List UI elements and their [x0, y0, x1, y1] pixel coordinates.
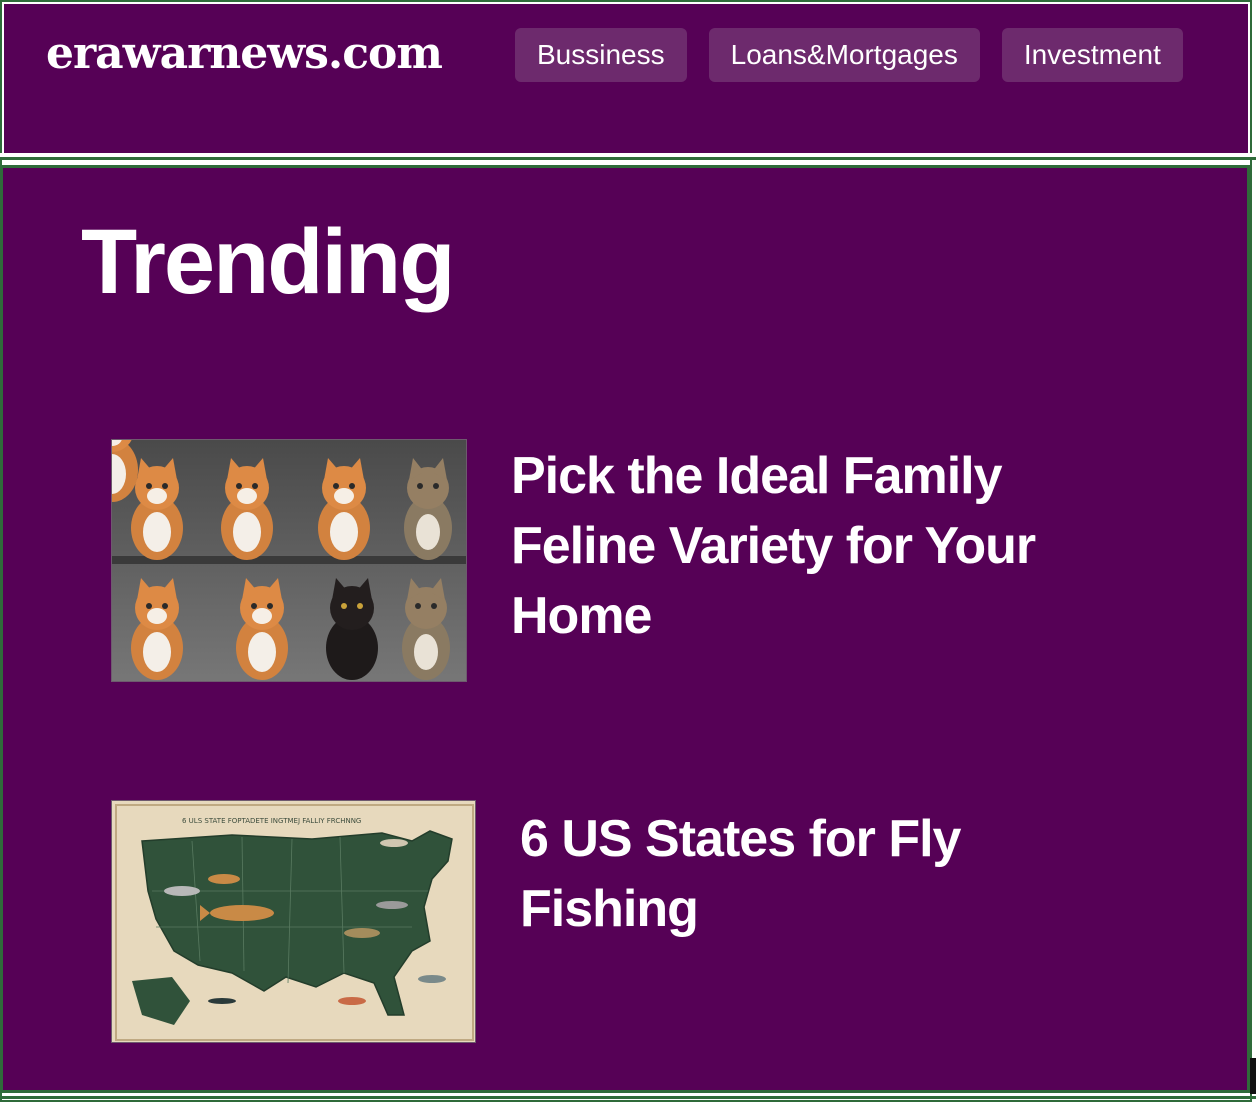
site-header: erawarnews.com Bussiness Loans&Mortgages… [4, 4, 1248, 154]
nav-item-business[interactable]: Bussiness [515, 28, 687, 82]
article-title[interactable]: 6 US States for Fly Fishing [520, 804, 1080, 1043]
site-logo[interactable]: erawarnews.com [46, 28, 443, 79]
main-nav: Bussiness Loans&Mortgages Investment [515, 28, 1183, 82]
nav-item-loans-mortgages[interactable]: Loans&Mortgages [708, 28, 980, 82]
article-thumbnail-cats[interactable] [111, 439, 467, 682]
corner-marker [1250, 1058, 1256, 1094]
article-card[interactable]: Pick the Ideal Family Feline Variety for… [111, 439, 1131, 682]
article-title[interactable]: Pick the Ideal Family Feline Variety for… [511, 441, 1131, 682]
section-heading: Trending [81, 211, 455, 313]
map-caption: 6 ULS STATE FOPTADETE INGTMEJ FALLIY FRC… [182, 817, 361, 825]
article-thumbnail-map[interactable]: 6 ULS STATE FOPTADETE INGTMEJ FALLIY FRC… [111, 800, 476, 1043]
nav-item-investment[interactable]: Investment [1001, 28, 1183, 82]
page-bottom-border [0, 1096, 1256, 1099]
article-card[interactable]: 6 ULS STATE FOPTADETE INGTMEJ FALLIY FRC… [111, 800, 1080, 1043]
trending-section: Trending Pick the Ideal Family Feline Va… [0, 165, 1250, 1093]
header-divider-accent [0, 157, 1256, 160]
